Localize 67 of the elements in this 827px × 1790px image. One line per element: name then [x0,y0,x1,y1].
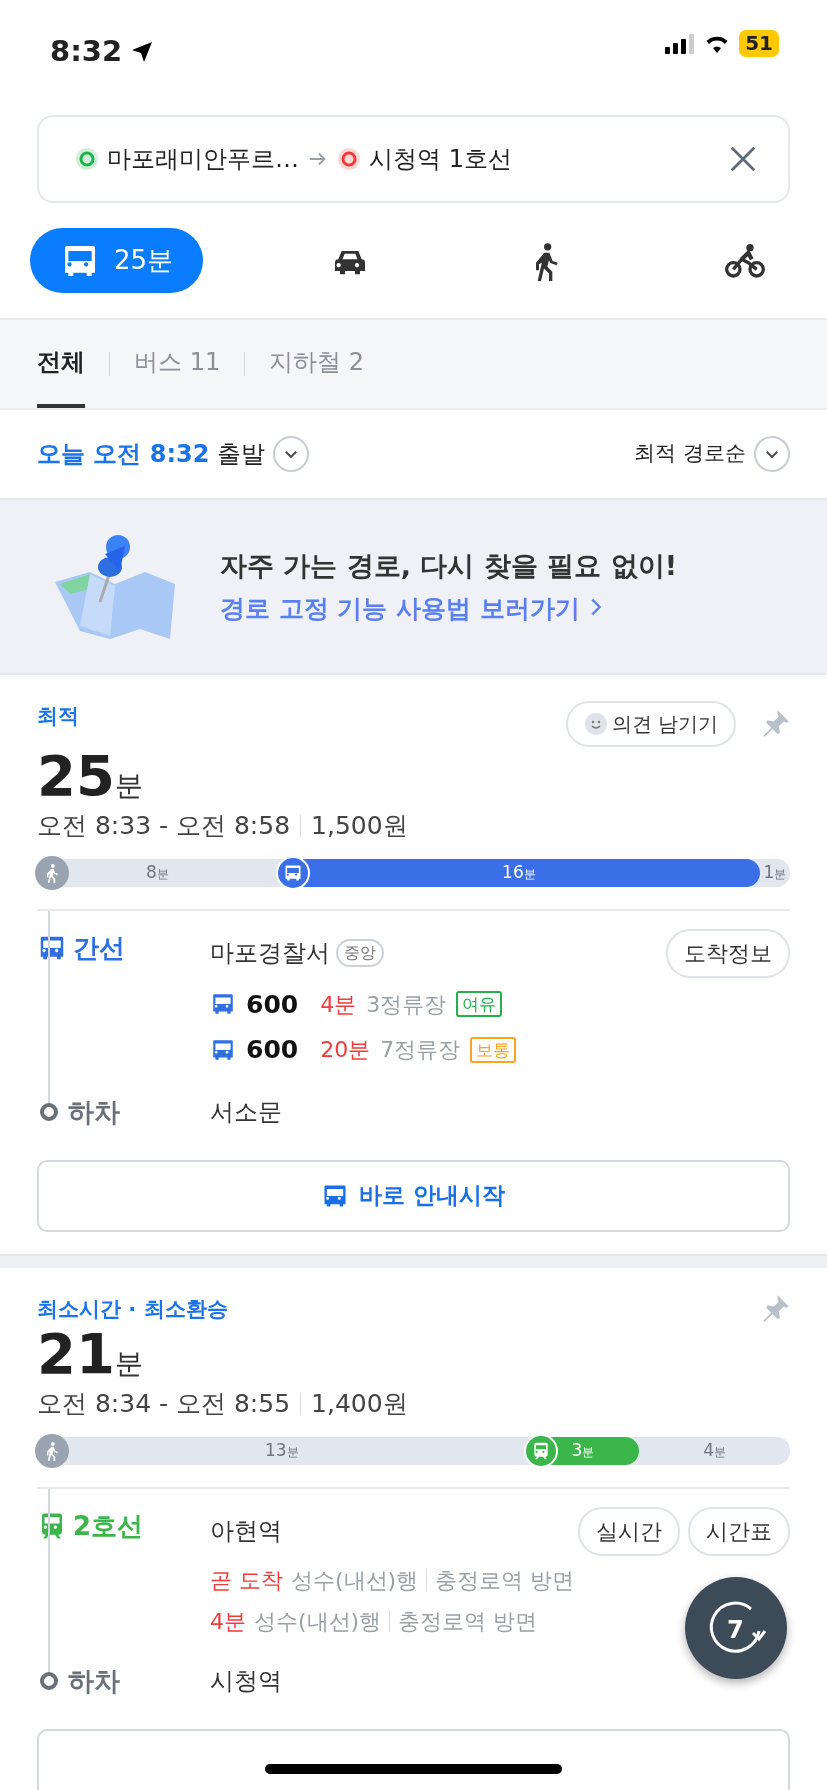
train-via: 충정로역 방면 [398,1607,538,1636]
route-tag: 최소시간 · 최소환승 [37,1293,228,1325]
info-button[interactable]: 시간표 [688,1506,790,1556]
dropdown-button[interactable] [273,436,310,472]
train-direction: 성수(내선)행 [254,1607,382,1636]
arrival-time: 20분 [320,1036,371,1065]
origin-marker-icon [75,147,99,171]
segment-duration: 8분 [146,860,169,884]
alighting-stop: 시청역 [210,1666,282,1697]
destination-marker-icon [337,147,361,171]
origin-text: 마포래미안푸르… [107,144,299,175]
duration-unit: 분 [114,1346,143,1382]
arrival-time: 4분 [320,990,357,1019]
filter-tab[interactable]: 전체 [37,320,85,408]
boarding-stop: 아현역 [210,1516,282,1547]
transit-line: 2호선 [73,1509,144,1543]
stop-tag: 중앙 [336,939,384,967]
fare: 1,400원 [311,1388,408,1420]
clock-time: 8:32 [50,33,123,70]
bus-number: 600 [246,988,299,1021]
start-navigation-button[interactable] [37,1728,790,1790]
start-navigation-button[interactable]: 바로 안내시작 [37,1159,790,1232]
train-via: 충정로역 방면 [435,1566,575,1595]
stops-away: 7정류장 [380,1036,461,1065]
segment-duration: 3분 [571,1438,595,1462]
banner-title: 자주 가는 경로, 다시 찾을 필요 없이! [220,548,677,583]
duration-unit: 분 [114,768,143,804]
bus-number: 600 [246,1034,299,1066]
route-search-field[interactable]: 마포래미안푸르… 시청역 1호선 [37,115,790,203]
destination-text: 시청역 1호선 [369,144,513,175]
time-range: 오전 8:34 - 오전 8:55 [37,1388,291,1420]
smiley-icon [583,712,608,736]
info-button[interactable]: 실시간 [578,1506,680,1556]
alighting-stop: 서소문 [210,1097,282,1128]
boarding-stop: 마포경찰서 [210,938,330,969]
stop-marker-icon [40,1672,58,1690]
signal-icon [665,33,696,54]
arrival-time: 4분 [210,1607,246,1636]
segment-duration: 4분 [703,1438,727,1462]
departure-time[interactable]: 오늘 오전 8:32 출발 [37,436,266,472]
sort-option[interactable]: 최적 경로순 [634,438,746,470]
crowding-tag: 보통 [470,1036,517,1063]
segment-duration: 1분 [763,860,787,884]
duration: 25 [37,747,115,806]
stops-away: 3정류장 [366,990,447,1019]
alight-label: 하차 [68,1664,120,1698]
transit-line: 간선 [73,931,125,965]
segment-duration: 16분 [502,860,536,884]
refresh-button[interactable]: 7 [685,1577,787,1679]
train-direction: 성수(내선)행 [291,1566,419,1595]
location-arrow-icon [130,39,155,64]
segment-duration: 13 분 [264,1438,299,1462]
close-icon[interactable] [728,144,758,174]
info-button[interactable]: 도착정보 [666,928,790,978]
battery-level: 51 [739,30,779,57]
route-tag: 최적 [37,701,79,733]
time-range: 오전 8:33 - 오전 8:58 [37,810,291,842]
stop-marker-icon [40,1103,58,1121]
dropdown-button[interactable] [754,436,790,472]
feedback-button[interactable]: 의견 남기기 [565,701,736,747]
mode-tab[interactable]: 25분 [30,228,204,293]
duration: 21 [37,1325,115,1384]
promo-banner[interactable]: 자주 가는 경로, 다시 찾을 필요 없이! 경로 고정 기능 사용법 보러가기 [0,498,827,675]
fare: 1,500원 [311,810,408,842]
arrival-time: 곧 도착 [210,1566,283,1595]
crowding-tag: 여유 [456,991,503,1018]
alight-label: 하차 [68,1095,120,1129]
